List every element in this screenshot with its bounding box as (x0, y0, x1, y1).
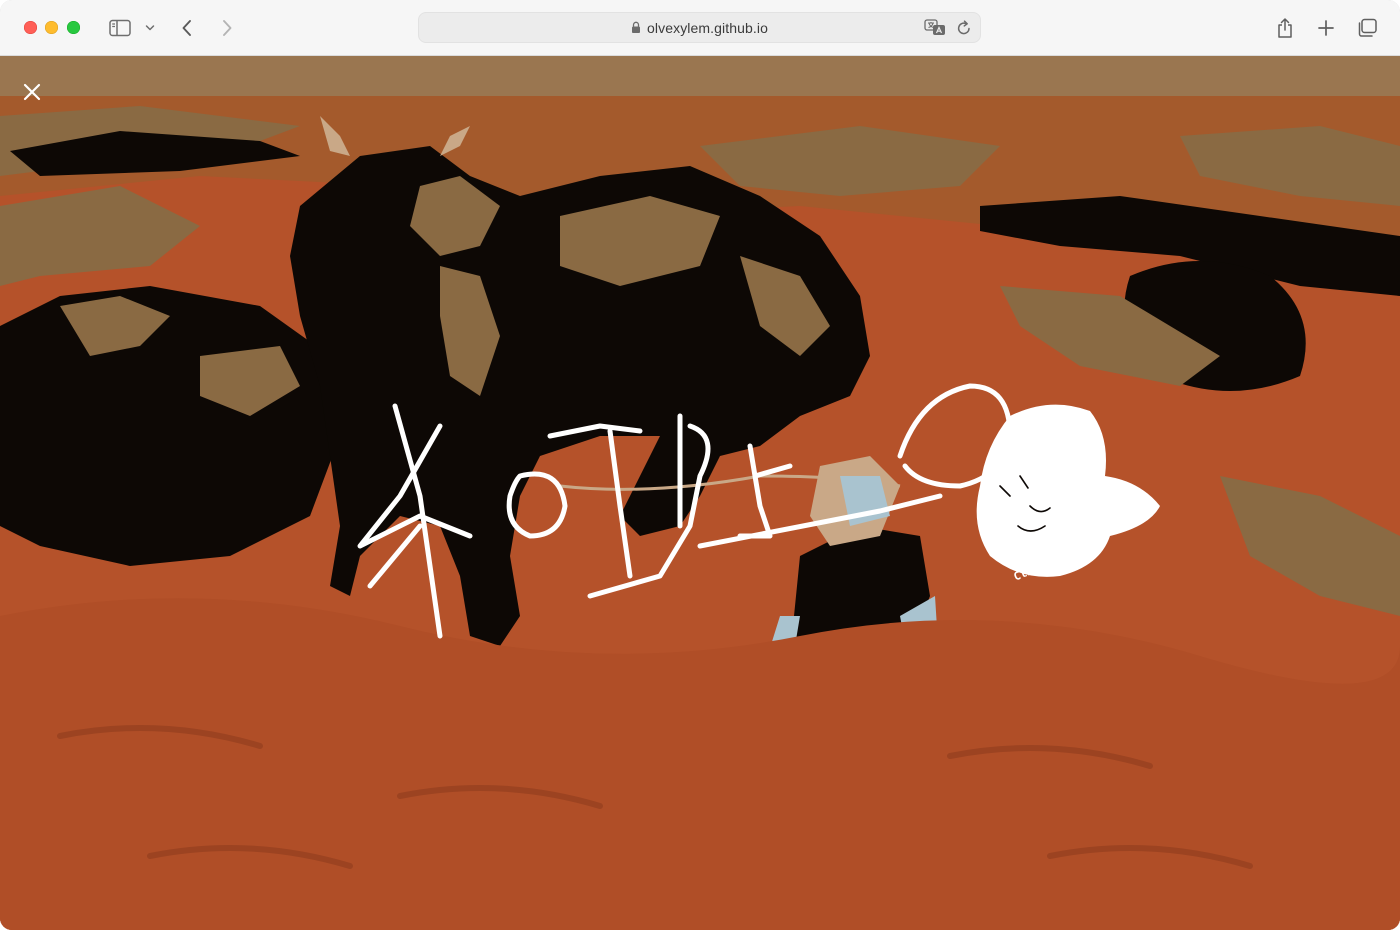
tab-overview-button[interactable] (1355, 14, 1379, 42)
tab-overview-icon (1358, 18, 1377, 37)
plus-icon (1318, 20, 1334, 36)
translate-icon (924, 19, 945, 35)
zoom-window-button[interactable] (67, 21, 80, 34)
close-overlay-button[interactable] (20, 80, 44, 104)
chevron-down-icon (145, 25, 155, 31)
minimize-window-button[interactable] (45, 21, 58, 34)
sidebar-icon (109, 19, 131, 37)
url-text: olvexylem.github.io (647, 19, 768, 36)
share-button[interactable] (1274, 14, 1296, 42)
tab-group-menu-button[interactable] (142, 14, 158, 42)
new-tab-button[interactable] (1315, 14, 1337, 42)
forward-button[interactable] (216, 14, 238, 42)
reload-icon (957, 20, 970, 35)
page-content: Click me! (0, 56, 1400, 930)
sidebar-toggle-button[interactable] (108, 14, 132, 42)
close-window-button[interactable] (24, 21, 37, 34)
lock-icon (632, 21, 641, 33)
close-icon (23, 83, 41, 101)
back-arrow-icon (182, 20, 191, 36)
browser-window: olvexylem.github.io Click me! (0, 0, 1400, 930)
back-button[interactable] (176, 14, 198, 42)
translate-button[interactable] (924, 19, 946, 42)
reload-button[interactable] (956, 19, 972, 42)
forward-arrow-icon (223, 20, 232, 36)
address-bar[interactable]: olvexylem.github.io (418, 12, 981, 43)
rodeo-poster-image (0, 56, 1400, 930)
share-icon (1278, 18, 1292, 38)
browser-toolbar: olvexylem.github.io (0, 0, 1400, 56)
